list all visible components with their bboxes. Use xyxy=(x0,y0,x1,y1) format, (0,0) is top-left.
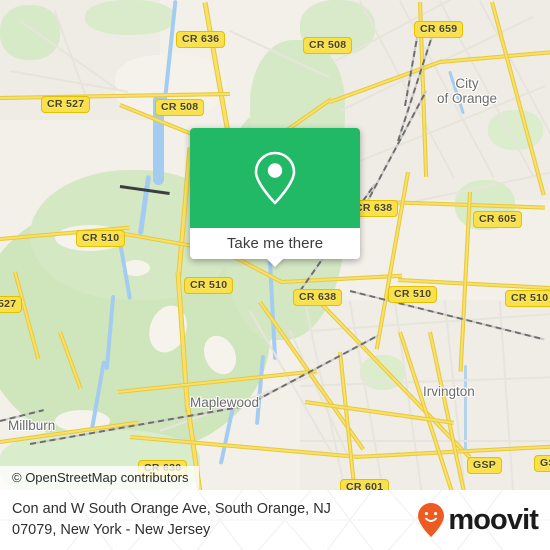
map-minor-street xyxy=(300,440,550,442)
road-shield: CR 659 xyxy=(414,21,464,38)
take-me-there-label: Take me there xyxy=(226,235,324,252)
map-river xyxy=(464,365,467,450)
moovit-logo[interactable]: moovit xyxy=(416,502,539,538)
road-shield: CR 508 xyxy=(155,99,205,116)
place-label-line: of Orange xyxy=(437,90,498,106)
map-forest-area xyxy=(0,5,60,60)
address-line-2: 07079, New York - New Jersey xyxy=(12,522,211,538)
card-action-area[interactable]: Take me there xyxy=(190,228,360,267)
road-shield: CR 636 xyxy=(176,31,226,48)
card-pointer-tail xyxy=(266,258,284,267)
place-label-irvington: Irvington xyxy=(423,384,475,399)
place-label-line: City xyxy=(455,76,479,91)
address-line-1: Con and W South Orange Ave, South Orange… xyxy=(12,500,331,517)
place-label-city-of-orange: City of Orange xyxy=(437,76,498,107)
road-shield: CR 605 xyxy=(473,211,523,228)
place-label-maplewood: Maplewood xyxy=(190,395,260,410)
address-text: Con and W South Orange Ave, South Orange… xyxy=(12,499,331,541)
road-shield: CR 527 xyxy=(41,96,91,113)
moovit-smiley-pin-icon xyxy=(418,503,445,537)
map-forest-area xyxy=(85,0,175,35)
map-screenshot: CR 636 CR 508 CR 659 CR 527 CR 508 CR 63… xyxy=(0,0,550,550)
road-shield: CR 510 xyxy=(184,277,234,294)
take-me-there-card[interactable]: Take me there xyxy=(190,128,360,267)
road-shield: CR 601 xyxy=(340,479,390,490)
moovit-wordmark: moovit xyxy=(448,503,539,536)
road-shield: CR 510 xyxy=(505,290,550,307)
card-pin-area xyxy=(190,128,360,228)
road-shield: 527 xyxy=(0,296,23,313)
road-shield: CR 510 xyxy=(76,230,126,247)
road-shield: GSP xyxy=(467,457,503,474)
road-shield: GSP xyxy=(534,455,550,472)
road-shield: CR 508 xyxy=(303,37,353,54)
map-pin-icon xyxy=(254,151,296,205)
place-label-millburn: Millburn xyxy=(8,418,56,433)
road-shield: CR 638 xyxy=(293,289,343,306)
map-canvas[interactable]: CR 636 CR 508 CR 659 CR 527 CR 508 CR 63… xyxy=(0,0,550,490)
road-shield: CR 510 xyxy=(388,286,438,303)
osm-attribution[interactable]: © OpenStreetMap contributors xyxy=(0,466,199,490)
footer-bar: Con and W South Orange Ave, South Orange… xyxy=(0,490,550,550)
